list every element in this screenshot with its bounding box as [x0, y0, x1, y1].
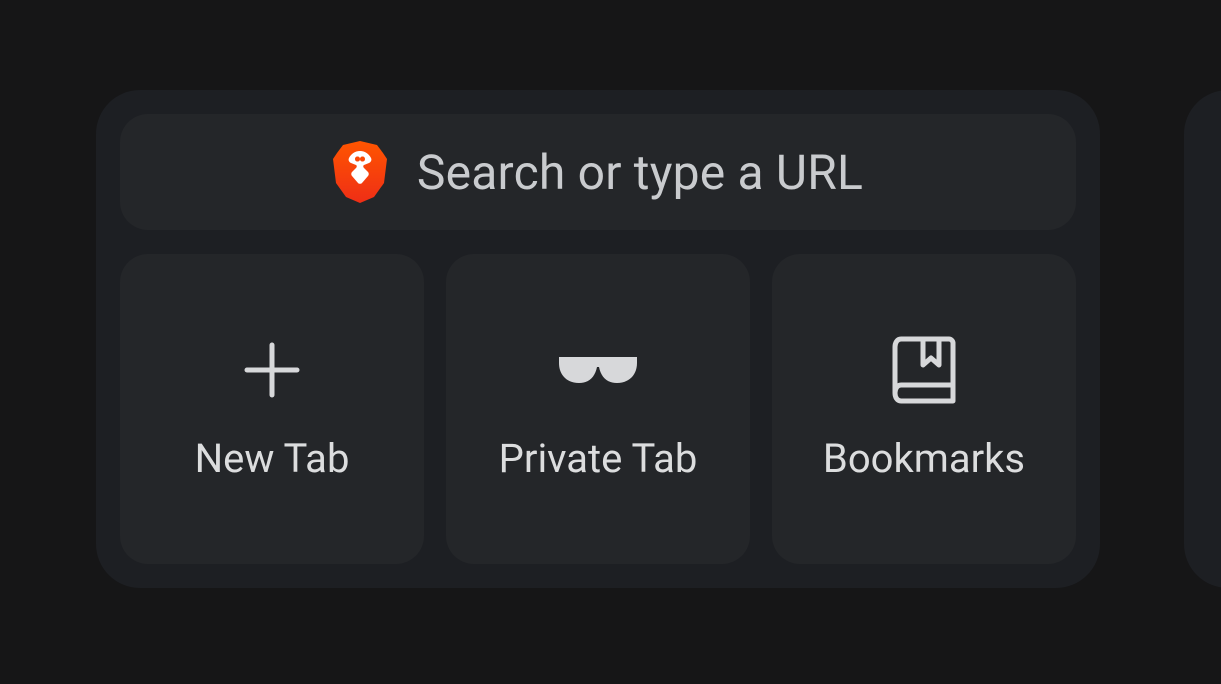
sunglasses-icon	[557, 337, 639, 403]
plus-icon	[241, 337, 303, 403]
browser-widget: Search or type a URL New Tab Private Tab	[96, 90, 1100, 588]
private-tab-label: Private Tab	[499, 435, 698, 482]
bookmark-book-icon	[891, 337, 957, 403]
search-bar[interactable]: Search or type a URL	[120, 114, 1076, 230]
search-placeholder-text: Search or type a URL	[417, 144, 863, 201]
new-tab-label: New Tab	[195, 435, 350, 482]
bookmarks-button[interactable]: Bookmarks	[772, 254, 1076, 564]
new-tab-button[interactable]: New Tab	[120, 254, 424, 564]
brave-logo-icon	[333, 141, 387, 203]
shortcuts-row: New Tab Private Tab Bookmarks	[120, 254, 1076, 564]
adjacent-widget-peek	[1184, 90, 1221, 588]
private-tab-button[interactable]: Private Tab	[446, 254, 750, 564]
bookmarks-label: Bookmarks	[823, 435, 1025, 482]
